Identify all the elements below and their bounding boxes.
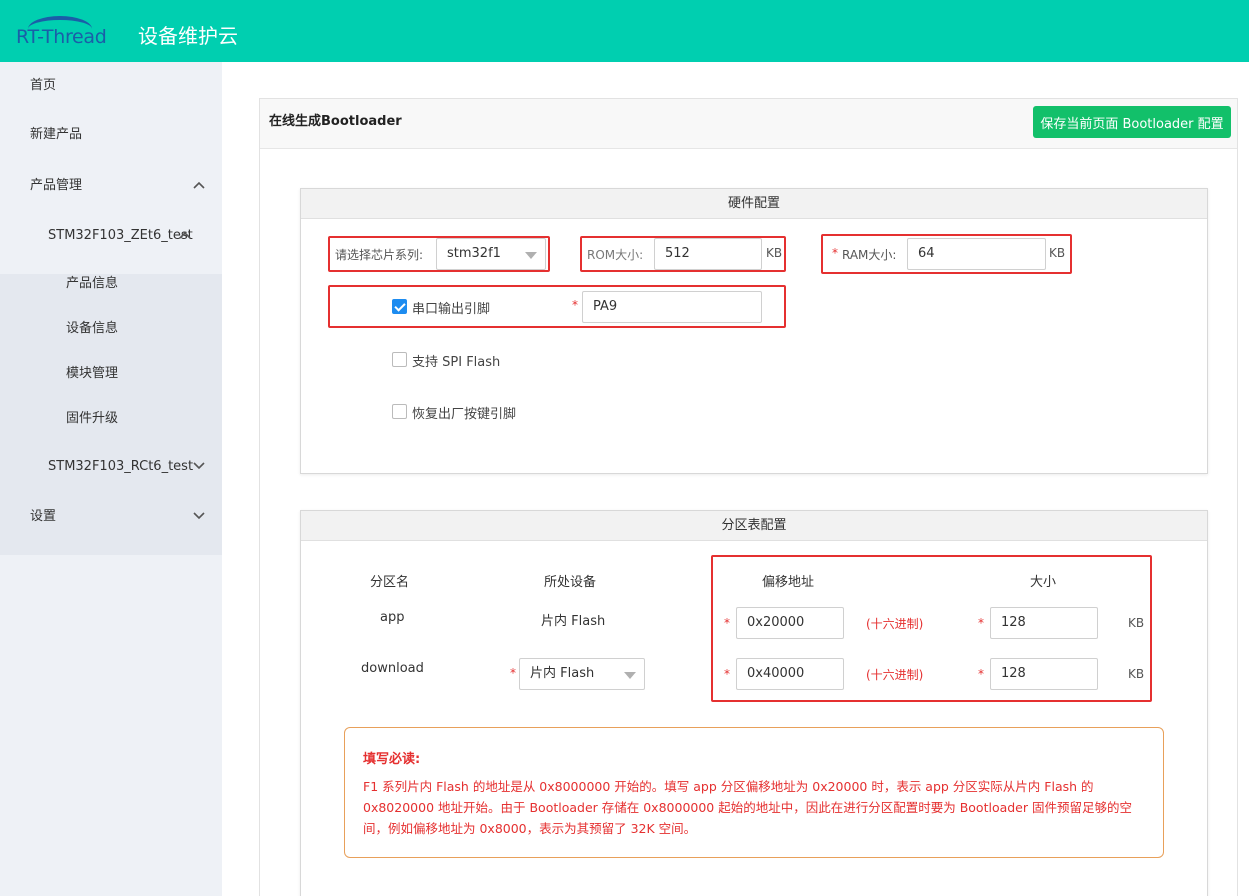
sidebar-item-label: 产品信息 <box>66 276 119 291</box>
notice-title: 填写必读: <box>363 752 421 767</box>
spi-flash-checkbox[interactable] <box>392 352 407 367</box>
column-header-size: 大小 <box>1030 575 1057 590</box>
rom-size-value: 512 <box>665 246 690 261</box>
sidebar-item-label: 产品管理 <box>30 178 83 193</box>
dropdown-arrow-icon <box>624 672 636 679</box>
offset-input[interactable]: 0x40000 <box>736 658 844 690</box>
chevron-up-icon <box>179 231 191 239</box>
factory-reset-checkbox[interactable] <box>392 404 407 419</box>
sidebar-item-label: STM32F103_ZEt6_test <box>48 228 193 243</box>
page-title: 在线生成Bootloader <box>269 114 402 129</box>
size-input[interactable]: 128 <box>990 607 1098 639</box>
dropdown-arrow-icon <box>525 252 537 259</box>
sidebar-item-device-info[interactable]: 设备信息 <box>0 305 222 353</box>
notice-body: F1 系列片内 Flash 的地址是从 0x8000000 开始的。填写 app… <box>363 779 1132 836</box>
sidebar-item-label: 设备信息 <box>66 321 119 336</box>
required-mark: * <box>724 616 730 630</box>
chip-series-label: 请选择芯片系列: <box>335 248 424 262</box>
hex-hint: (十六进制) <box>866 668 924 682</box>
spi-flash-label: 支持 SPI Flash <box>412 355 501 370</box>
sidebar-item-label: 模块管理 <box>66 366 119 381</box>
hex-hint: (十六进制) <box>866 617 924 631</box>
column-header-name: 分区名 <box>370 575 410 590</box>
sidebar-item-new-product[interactable]: 新建产品 <box>0 111 222 159</box>
sidebar-item-firmware-upgrade[interactable]: 固件升级 <box>0 395 222 443</box>
required-mark: * <box>510 666 516 680</box>
size-value: 128 <box>1001 666 1026 681</box>
offset-value: 0x40000 <box>747 666 805 681</box>
size-value: 128 <box>1001 615 1026 630</box>
offset-value: 0x20000 <box>747 615 805 630</box>
partition-name: download <box>361 661 424 676</box>
rom-unit: KB <box>766 246 783 260</box>
sidebar-item-label: STM32F103_RCt6_test <box>48 459 194 474</box>
logo-text: RT-Thread <box>16 26 107 48</box>
required-mark: * <box>724 667 730 681</box>
sidebar-item-module-management[interactable]: 模块管理 <box>0 350 222 398</box>
uart-pin-input[interactable]: PA9 <box>582 291 762 323</box>
sidebar-item-product-management[interactable]: 产品管理 <box>0 162 222 210</box>
required-mark: * <box>978 616 984 630</box>
sidebar-item-settings[interactable]: 设置 <box>0 493 222 541</box>
hardware-config-heading: 硬件配置 <box>301 189 1207 219</box>
sidebar-item-product-zet6[interactable]: STM32F103_ZEt6_test <box>0 212 222 260</box>
required-mark: * <box>572 298 578 312</box>
size-unit: KB <box>1128 667 1145 681</box>
top-bar: RT-Thread 设备维护云 <box>0 0 1249 62</box>
save-config-button[interactable]: 保存当前页面 Bootloader 配置 <box>1033 106 1231 138</box>
required-mark: * <box>978 667 984 681</box>
device-select-value: 片内 Flash <box>530 666 595 681</box>
uart-pin-value: PA9 <box>593 299 618 314</box>
chip-series-select[interactable]: stm32f1 <box>436 238 546 270</box>
sidebar-item-product-info[interactable]: 产品信息 <box>0 260 222 308</box>
rom-size-input[interactable]: 512 <box>654 238 762 270</box>
device-select[interactable]: 片内 Flash <box>519 658 645 690</box>
ram-size-label: RAM大小: <box>842 248 897 262</box>
rt-thread-logo[interactable]: RT-Thread <box>16 12 126 50</box>
chevron-up-icon <box>193 181 205 189</box>
hardware-config-panel: 硬件配置 <box>300 188 1208 474</box>
partition-device: 片内 Flash <box>541 614 606 629</box>
partition-config-heading: 分区表配置 <box>301 511 1207 541</box>
uart-pin-label: 串口输出引脚 <box>412 302 491 317</box>
sidebar-item-label: 设置 <box>30 509 57 524</box>
offset-input[interactable]: 0x20000 <box>736 607 844 639</box>
size-input[interactable]: 128 <box>990 658 1098 690</box>
chip-series-value: stm32f1 <box>447 246 501 261</box>
partition-name: app <box>380 610 405 625</box>
rom-size-label: ROM大小: <box>587 248 644 262</box>
card-header: 在线生成Bootloader 保存当前页面 Bootloader 配置 <box>260 99 1237 149</box>
size-unit: KB <box>1128 616 1145 630</box>
sidebar-item-label: 首页 <box>30 78 57 93</box>
column-header-offset: 偏移地址 <box>762 575 815 590</box>
app-title: 设备维护云 <box>138 24 238 48</box>
notice-box: 填写必读: F1 系列片内 Flash 的地址是从 0x8000000 开始的。… <box>344 727 1164 858</box>
chevron-down-icon <box>193 462 205 470</box>
sidebar-item-label: 新建产品 <box>30 127 83 142</box>
sidebar-item-product-rct6[interactable]: STM32F103_RCt6_test <box>0 443 222 491</box>
factory-reset-label: 恢复出厂按键引脚 <box>412 407 517 422</box>
required-mark: * <box>832 246 838 260</box>
sidebar-item-label: 固件升级 <box>66 411 119 426</box>
chevron-down-icon <box>193 512 205 520</box>
ram-unit: KB <box>1049 246 1066 260</box>
sidebar: 首页 新建产品 产品管理 STM32F103_ZEt6_test 产品信息 设备… <box>0 62 222 896</box>
sidebar-item-home[interactable]: 首页 <box>0 62 222 110</box>
column-header-device: 所处设备 <box>544 575 597 590</box>
ram-size-input[interactable]: 64 <box>907 238 1046 270</box>
uart-pin-checkbox[interactable] <box>392 299 407 314</box>
ram-size-value: 64 <box>918 246 935 261</box>
